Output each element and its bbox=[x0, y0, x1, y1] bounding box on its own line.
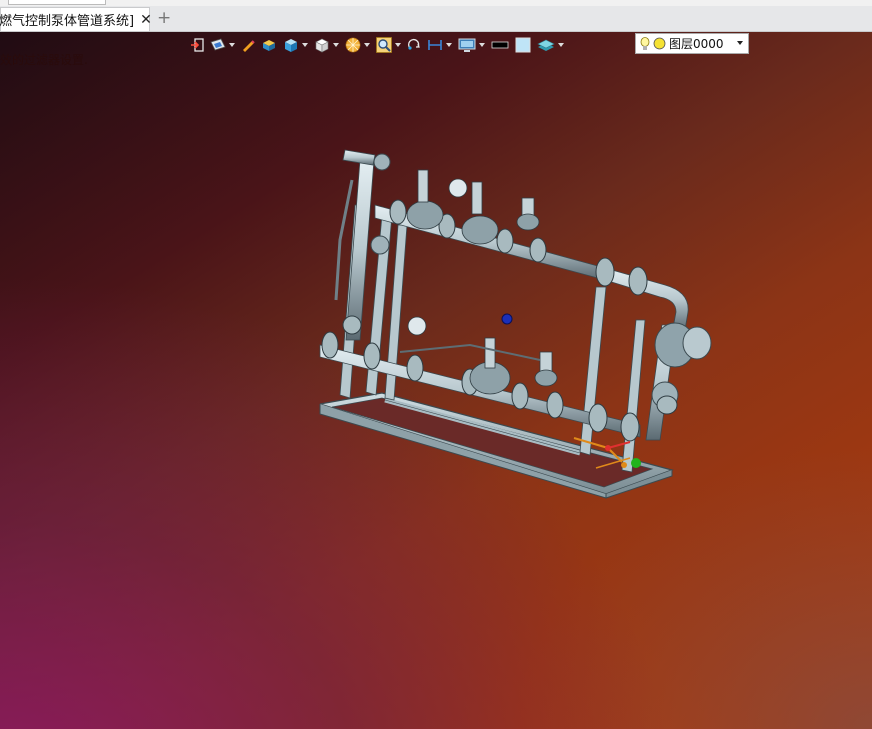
shading-button[interactable] bbox=[283, 35, 308, 55]
render-button[interactable] bbox=[345, 35, 370, 55]
zoom-button[interactable] bbox=[376, 35, 401, 55]
line-style-button[interactable] bbox=[491, 35, 509, 55]
regulator-valves bbox=[399, 169, 558, 395]
add-tab-button[interactable]: + bbox=[157, 8, 171, 28]
tabbar-top-strip bbox=[0, 0, 872, 6]
view-mode-icon bbox=[210, 38, 226, 51]
solid-button[interactable] bbox=[261, 35, 277, 55]
chevron-down-icon bbox=[558, 43, 564, 47]
tab-bar: 燃气控制泵体管道系统] ✕ + bbox=[0, 0, 872, 32]
layer-manager-button[interactable] bbox=[537, 35, 564, 55]
sketch-button[interactable] bbox=[241, 35, 255, 55]
chevron-down-icon bbox=[479, 43, 485, 47]
display-monitor-icon bbox=[458, 38, 476, 52]
pencil-icon bbox=[243, 40, 255, 52]
rotate-button[interactable] bbox=[407, 35, 421, 55]
view-mode-button[interactable] bbox=[210, 35, 235, 55]
render-wheel-icon bbox=[345, 37, 361, 53]
close-icon[interactable]: ✕ bbox=[140, 12, 152, 28]
chevron-down-icon bbox=[446, 43, 452, 47]
chevron-down-icon bbox=[364, 43, 370, 47]
layer-dropdown[interactable]: 图层0000 bbox=[635, 33, 749, 54]
cube-blue-icon bbox=[285, 38, 297, 52]
tab-document[interactable]: 燃气控制泵体管道系统] ✕ bbox=[0, 7, 152, 31]
line-style-icon bbox=[491, 41, 509, 49]
layer-color-dot-icon bbox=[653, 37, 666, 50]
zoom-icon bbox=[376, 37, 392, 53]
standard-view-button[interactable] bbox=[314, 35, 339, 55]
view-toolbar bbox=[190, 34, 570, 56]
dimension-icon bbox=[428, 40, 442, 50]
status-message: 效的过滤器设置. bbox=[0, 53, 88, 67]
pivot-marker[interactable] bbox=[501, 313, 513, 325]
exit-button[interactable] bbox=[190, 35, 204, 55]
tab-label: 燃气控制泵体管道系统] bbox=[0, 14, 135, 29]
exit-icon bbox=[191, 38, 204, 52]
chevron-down-icon bbox=[229, 43, 235, 47]
chevron-down-icon bbox=[395, 43, 401, 47]
color-button[interactable] bbox=[515, 35, 531, 55]
chevron-down-icon bbox=[333, 43, 339, 47]
lightbulb-icon bbox=[640, 36, 650, 50]
layer-stack-icon bbox=[537, 39, 555, 51]
cube-white-icon bbox=[315, 38, 329, 52]
layer-select-value: 图层0000 bbox=[669, 37, 724, 51]
rotate-icon bbox=[407, 38, 420, 50]
right-riser bbox=[645, 322, 712, 441]
pipe-skid-model[interactable] bbox=[300, 140, 720, 510]
search-input[interactable] bbox=[8, 0, 106, 5]
chevron-down-icon bbox=[737, 41, 743, 45]
solid-box-icon bbox=[263, 40, 275, 51]
display-button[interactable] bbox=[458, 35, 485, 55]
color-swatch-icon bbox=[515, 37, 531, 53]
coordinate-triad[interactable] bbox=[568, 432, 650, 476]
chevron-down-icon bbox=[302, 43, 308, 47]
dimension-button[interactable] bbox=[427, 35, 452, 55]
